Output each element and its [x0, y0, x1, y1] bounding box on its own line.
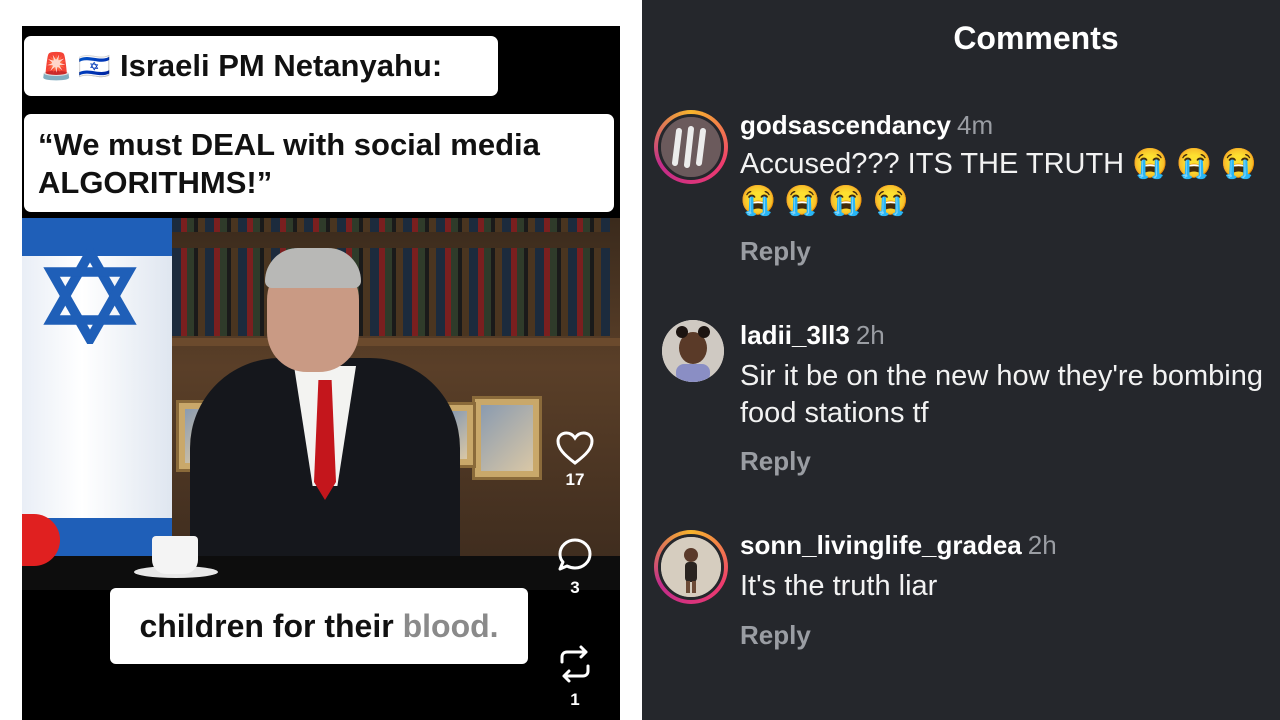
quote-banner: “We must DEAL with social media ALGORITH…	[24, 114, 614, 212]
coffee-cup	[152, 536, 198, 574]
caption-text: children for their	[139, 608, 394, 644]
avatar[interactable]	[654, 530, 728, 604]
comment-timestamp: 2h	[855, 320, 885, 350]
comment-timestamp: 4m	[956, 110, 994, 140]
video-title: Israeli PM Netanyahu:	[120, 48, 443, 83]
subtitle-caption: children for their blood.	[110, 588, 528, 664]
siren-emoji: 🚨	[40, 51, 73, 81]
like-button[interactable]: 17	[550, 430, 600, 490]
avatar[interactable]	[662, 320, 724, 382]
avatar-image	[661, 537, 721, 597]
comment-text: Sir it be on the new how they're bombing…	[740, 360, 1264, 429]
repost-count: 1	[570, 690, 580, 709]
video-frame[interactable]	[22, 218, 620, 590]
comment-bubble-icon	[558, 538, 592, 571]
comment-username[interactable]: ladii_3ll3 2h	[740, 320, 885, 351]
reply-button[interactable]: Reply	[740, 236, 811, 267]
repost-icon	[560, 645, 590, 683]
username-text[interactable]: ladii_3ll3	[740, 320, 850, 350]
comment-timestamp: 2h	[1027, 530, 1057, 560]
video-title-banner: 🚨 🇮🇱 Israeli PM Netanyahu:	[24, 36, 498, 96]
video-player[interactable]: 🚨 🇮🇱 Israeli PM Netanyahu: “We must DEAL…	[22, 26, 620, 720]
quote-line-2: ALGORITHMS!”	[38, 165, 273, 200]
avatar-image	[661, 117, 721, 177]
comment-text: Accused??? ITS THE TRUTH 😭 😭 😭 😭 😭 😭 😭	[740, 148, 1257, 217]
avatar[interactable]	[654, 110, 728, 184]
quote-line-1: “We must DEAL with social media	[38, 127, 540, 162]
comment-count: 3	[570, 578, 580, 597]
caption-fading-word: blood.	[402, 608, 499, 644]
speaker-hair	[265, 248, 361, 288]
bookshelf-row	[172, 218, 610, 232]
comments-panel[interactable]: Comments godsascendancy 4m Accused??? ITS…	[642, 0, 1280, 720]
israel-flag-emoji: 🇮🇱	[78, 51, 111, 81]
repost-button[interactable]: 1	[550, 644, 600, 710]
username-text[interactable]: godsascendancy	[740, 110, 951, 140]
username-text[interactable]: sonn_livinglife_gradea	[740, 530, 1022, 560]
like-count: 17	[565, 470, 585, 489]
comment-text: It's the truth liar	[740, 570, 938, 602]
reply-button[interactable]: Reply	[740, 446, 811, 477]
comments-header: Comments	[953, 20, 1119, 56]
heart-icon	[556, 431, 594, 465]
shelf	[172, 338, 620, 346]
comment-button[interactable]: 3	[550, 536, 600, 598]
comment-username[interactable]: godsascendancy 4m	[740, 110, 993, 141]
avatar-image	[662, 320, 724, 382]
photo-frame	[472, 396, 542, 480]
comment-username[interactable]: sonn_livinglife_gradea 2h	[740, 530, 1057, 561]
desk	[22, 556, 620, 590]
bookshelf-row	[172, 248, 610, 336]
reply-button[interactable]: Reply	[740, 620, 811, 651]
